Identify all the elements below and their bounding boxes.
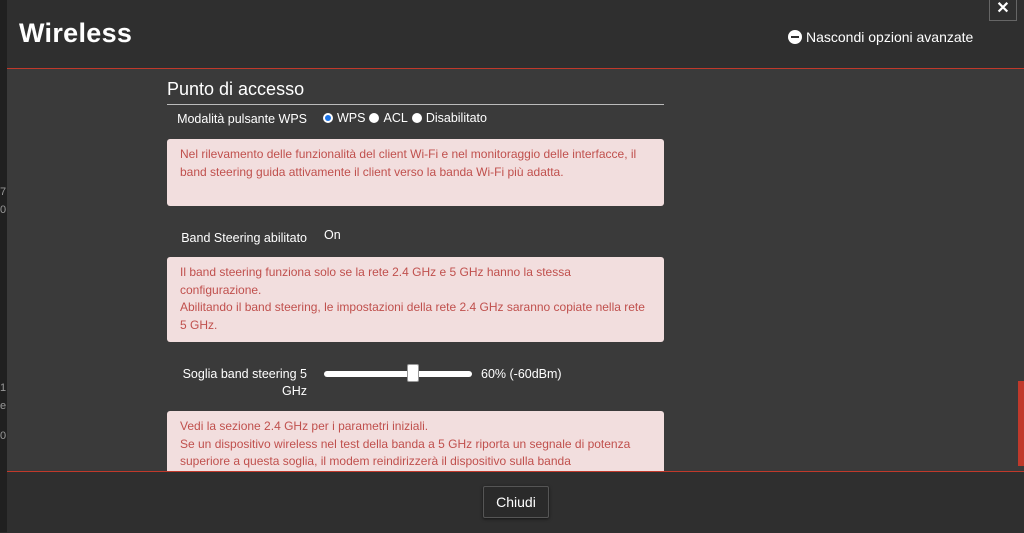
wireless-modal: Wireless Nascondi opzioni avanzate ✕ Pun… <box>7 0 1024 533</box>
band-steering-info-box: Nel rilevamento delle funzionalità del c… <box>167 139 664 206</box>
threshold-slider-track[interactable] <box>324 371 472 377</box>
disabled-option-label: Disabilitato <box>425 111 487 125</box>
threshold-slider-thumb[interactable] <box>406 364 419 382</box>
background-text: 7 <box>0 186 7 198</box>
radio-disabled[interactable] <box>411 113 422 123</box>
threshold-value: 60% (-60dBm) <box>481 367 562 381</box>
close-button[interactable]: Chiudi <box>483 486 549 518</box>
acl-option-label: ACL <box>383 111 408 125</box>
section-title: Punto di accesso <box>167 79 305 99</box>
radio-wps[interactable] <box>323 113 333 123</box>
info-text-line: Vedi la sezione 2.4 GHz per i parametri … <box>180 419 429 433</box>
band-steering-toggle[interactable]: On <box>324 228 341 242</box>
background-text: 0 <box>0 430 7 442</box>
background-text: e <box>0 400 7 412</box>
threshold-label: Soglia band steering 5 GHz <box>182 367 307 398</box>
wps-option-acl[interactable]: ACL <box>369 111 408 125</box>
minus-circle-icon <box>788 30 802 44</box>
radio-acl[interactable] <box>369 113 380 123</box>
background-page-strip: 7 0 1 e 0 <box>0 0 7 532</box>
info-text-line: Se un dispositivo wireless nel test dell… <box>180 436 631 469</box>
wps-option-wps[interactable]: WPS <box>323 111 365 125</box>
modal-title: Wireless <box>19 18 133 48</box>
scrollbar-indicator[interactable] <box>1018 381 1024 466</box>
section-divider <box>167 104 664 105</box>
background-text: 1 <box>0 382 7 394</box>
wps-mode-label: Modalità pulsante WPS <box>177 112 307 126</box>
hide-advanced-options-label: Nascondi opzioni avanzate <box>806 29 974 45</box>
wps-option-label: WPS <box>337 111 366 125</box>
wps-option-disabled[interactable]: Disabilitato <box>411 111 487 125</box>
threshold-info-box: Vedi la sezione 2.4 GHz per i parametri … <box>167 411 664 471</box>
info-text: Nel rilevamento delle funzionalità del c… <box>180 147 637 179</box>
band-steering-enabled-label: Band Steering abilitato <box>181 231 307 245</box>
wps-mode-options: WPS ACL Disabilitato <box>323 111 491 125</box>
band-steering-config-info-box: Il band steering funziona solo se la ret… <box>167 257 664 342</box>
info-text-line: Abilitando il band steering, le impostaz… <box>180 300 645 332</box>
info-text-line: Il band steering funziona solo se la ret… <box>180 265 571 297</box>
modal-header: Wireless Nascondi opzioni avanzate ✕ <box>7 0 1024 69</box>
hide-advanced-options-toggle[interactable]: Nascondi opzioni avanzate <box>788 29 973 45</box>
close-icon[interactable]: ✕ <box>989 0 1017 21</box>
modal-content[interactable]: Punto di accesso Modalità pulsante WPS W… <box>7 69 1024 471</box>
background-text: 0 <box>0 204 7 216</box>
modal-footer: Chiudi <box>7 471 1024 533</box>
